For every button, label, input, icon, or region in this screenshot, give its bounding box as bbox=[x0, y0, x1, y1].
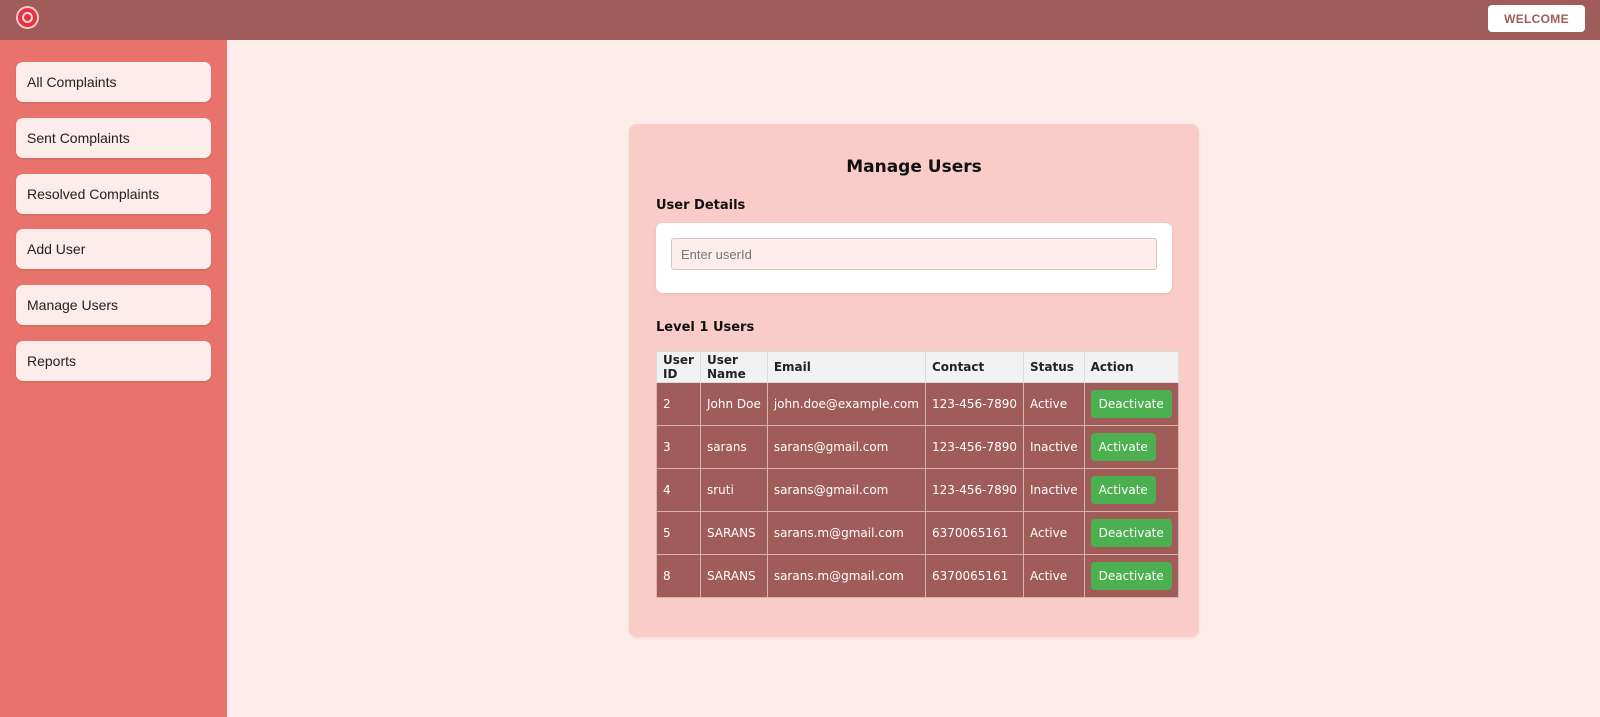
action-cell: Activate bbox=[1083, 468, 1179, 512]
column-header-email: Email bbox=[766, 351, 926, 383]
activate-button[interactable]: Activate bbox=[1090, 476, 1156, 504]
contact-cell: 123-456-7890 bbox=[924, 425, 1024, 469]
action-cell: Deactivate bbox=[1083, 554, 1179, 598]
column-header-user-id: User ID bbox=[656, 351, 701, 383]
sidebar-item-manage-users[interactable]: Manage Users bbox=[16, 285, 211, 325]
action-cell: Deactivate bbox=[1083, 511, 1179, 555]
contact-cell: 6370065161 bbox=[924, 554, 1024, 598]
status-cell: Active bbox=[1022, 511, 1085, 555]
email-cell: john.doe@example.com bbox=[766, 382, 926, 426]
deactivate-button[interactable]: Deactivate bbox=[1090, 390, 1172, 418]
status-cell: Active bbox=[1022, 382, 1085, 426]
sidebar: All Complaints Sent Complaints Resolved … bbox=[0, 40, 227, 717]
sidebar-item-reports[interactable]: Reports bbox=[16, 341, 211, 381]
table-row: 4 sruti sarans@gmail.com 123-456-7890 In… bbox=[656, 468, 1179, 512]
table-row: 5 SARANS sarans.m@gmail.com 6370065161 A… bbox=[656, 511, 1179, 555]
activate-button[interactable]: Activate bbox=[1090, 433, 1156, 461]
action-cell: Activate bbox=[1083, 425, 1179, 469]
sidebar-item-all-complaints[interactable]: All Complaints bbox=[16, 62, 211, 102]
user-name-cell: SARANS bbox=[699, 554, 768, 598]
user-details-label: User Details bbox=[656, 198, 746, 213]
column-header-user-name: User Name bbox=[699, 351, 768, 383]
status-cell: Active bbox=[1022, 554, 1085, 598]
deactivate-button[interactable]: Deactivate bbox=[1090, 519, 1172, 547]
email-cell: sarans.m@gmail.com bbox=[766, 511, 926, 555]
user-id-cell: 8 bbox=[656, 554, 701, 598]
user-name-cell: sruti bbox=[699, 468, 768, 512]
user-id-cell: 5 bbox=[656, 511, 701, 555]
table-row: 3 sarans sarans@gmail.com 123-456-7890 I… bbox=[656, 425, 1179, 469]
table-row: 8 SARANS sarans.m@gmail.com 6370065161 A… bbox=[656, 554, 1179, 598]
level-users-label: Level 1 Users bbox=[656, 320, 755, 335]
status-cell: Inactive bbox=[1022, 468, 1085, 512]
page-title: Manage Users bbox=[846, 157, 982, 177]
sidebar-item-sent-complaints[interactable]: Sent Complaints bbox=[16, 118, 211, 158]
user-id-cell: 3 bbox=[656, 425, 701, 469]
sidebar-item-resolved-complaints[interactable]: Resolved Complaints bbox=[16, 174, 211, 214]
column-header-action: Action bbox=[1083, 351, 1179, 383]
column-header-status: Status bbox=[1022, 351, 1085, 383]
contact-cell: 123-456-7890 bbox=[924, 468, 1024, 512]
user-id-cell: 2 bbox=[656, 382, 701, 426]
user-name-cell: SARANS bbox=[699, 511, 768, 555]
welcome-button[interactable]: WELCOME bbox=[1488, 5, 1585, 32]
table-row: 2 John Doe john.doe@example.com 123-456-… bbox=[656, 382, 1179, 426]
action-cell: Deactivate bbox=[1083, 382, 1179, 426]
deactivate-button[interactable]: Deactivate bbox=[1090, 562, 1172, 590]
user-id-cell: 4 bbox=[656, 468, 701, 512]
sidebar-item-add-user[interactable]: Add User bbox=[16, 229, 211, 269]
email-cell: sarans@gmail.com bbox=[766, 468, 926, 512]
column-header-contact: Contact bbox=[924, 351, 1024, 383]
contact-cell: 123-456-7890 bbox=[924, 382, 1024, 426]
user-name-cell: sarans bbox=[699, 425, 768, 469]
manage-users-card: Manage Users User Details Level 1 Users … bbox=[629, 124, 1199, 637]
user-search-panel bbox=[656, 223, 1172, 293]
status-cell: Inactive bbox=[1022, 425, 1085, 469]
email-cell: sarans.m@gmail.com bbox=[766, 554, 926, 598]
users-table: User ID User Name Email Contact Status A… bbox=[656, 351, 1179, 598]
user-id-input[interactable] bbox=[671, 238, 1157, 270]
railway-logo-icon[interactable] bbox=[16, 6, 39, 29]
user-name-cell: John Doe bbox=[699, 382, 768, 426]
contact-cell: 6370065161 bbox=[924, 511, 1024, 555]
email-cell: sarans@gmail.com bbox=[766, 425, 926, 469]
top-navbar: WELCOME bbox=[0, 0, 1600, 40]
table-header-row: User ID User Name Email Contact Status A… bbox=[656, 351, 1179, 383]
